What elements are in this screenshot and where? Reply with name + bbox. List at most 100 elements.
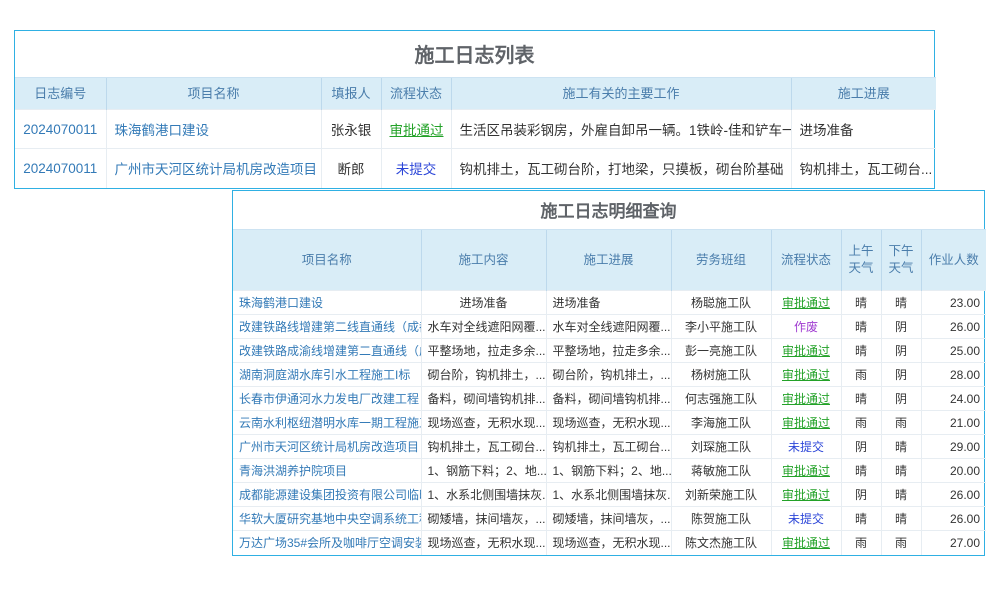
- reporter-cell: 张永银: [321, 110, 381, 149]
- col-header-project-name: 项目名称: [233, 230, 421, 291]
- project-link[interactable]: 云南水利枢纽潜明水库一期工程施工I标: [233, 411, 421, 435]
- progress-cell: 砌台阶，钩机排土，...: [546, 363, 671, 387]
- main-work-cell: 钩机排土，瓦工砌台阶，打地梁，只摸板，砌台阶基础: [451, 149, 791, 188]
- log-detail-table: 项目名称 施工内容 施工进展 劳务班组 流程状态 上午天气 下午天气 作业人数 …: [233, 229, 986, 555]
- work-content-cell: 砌台阶，钩机排土，...: [421, 363, 546, 387]
- project-link[interactable]: 万达广场35#会所及咖啡厅空调安装工程: [233, 531, 421, 555]
- worker-count-cell: 27.00: [921, 531, 986, 555]
- col-header-main-work: 施工有关的主要工作: [451, 78, 791, 110]
- log-list-row: 2024070011 珠海鹤港口建设 张永银 审批通过 生活区吊装彩钢房，外雇自…: [15, 110, 936, 149]
- log-detail-row: 湖南洞庭湖水库引水工程施工I标 砌台阶，钩机排土，... 砌台阶，钩机排土，..…: [233, 363, 986, 387]
- log-detail-row: 长春市伊通河水力发电厂改建工程 备料，砌间墙钩机排... 备料，砌间墙钩机排..…: [233, 387, 986, 411]
- pm-weather-cell: 阴: [881, 387, 921, 411]
- project-link[interactable]: 湖南洞庭湖水库引水工程施工I标: [233, 363, 421, 387]
- progress-cell: 钩机排土，瓦工砌台...: [791, 149, 936, 188]
- project-link[interactable]: 改建铁路成渝线增建第二直通线（成渝: [233, 339, 421, 363]
- labor-team-cell: 何志强施工队: [671, 387, 771, 411]
- progress-cell: 进场准备: [546, 291, 671, 315]
- project-link[interactable]: 珠海鹤港口建设: [233, 291, 421, 315]
- project-link[interactable]: 长春市伊通河水力发电厂改建工程: [233, 387, 421, 411]
- status-link[interactable]: 未提交: [381, 149, 451, 188]
- log-id-link[interactable]: 2024070011: [15, 149, 106, 188]
- worker-count-cell: 26.00: [921, 483, 986, 507]
- am-weather-cell: 晴: [841, 507, 881, 531]
- log-list-header-row: 日志编号 项目名称 填报人 流程状态 施工有关的主要工作 施工进展: [15, 78, 936, 110]
- status-link[interactable]: 审批通过: [771, 291, 841, 315]
- progress-cell: 现场巡查，无积水现...: [546, 531, 671, 555]
- col-header-progress: 施工进展: [791, 78, 936, 110]
- project-link[interactable]: 华软大厦研究基地中央空调系统工程: [233, 507, 421, 531]
- progress-cell: 砌矮墙，抹间墙灰，...: [546, 507, 671, 531]
- worker-count-cell: 23.00: [921, 291, 986, 315]
- status-link[interactable]: 未提交: [771, 435, 841, 459]
- status-link[interactable]: 审批通过: [771, 339, 841, 363]
- col-header-flow-status: 流程状态: [771, 230, 841, 291]
- pm-weather-cell: 晴: [881, 435, 921, 459]
- log-list-table: 日志编号 项目名称 填报人 流程状态 施工有关的主要工作 施工进展 202407…: [15, 77, 936, 188]
- worker-count-cell: 20.00: [921, 459, 986, 483]
- pm-weather-cell: 雨: [881, 411, 921, 435]
- am-weather-cell: 雨: [841, 363, 881, 387]
- construction-log-list-panel: 施工日志列表 日志编号 项目名称 填报人 流程状态 施工有关的主要工作 施工进展…: [14, 30, 935, 189]
- progress-cell: 备料，砌间墙钩机排...: [546, 387, 671, 411]
- log-detail-title: 施工日志明细查询: [233, 191, 984, 229]
- construction-log-detail-panel: 施工日志明细查询 项目名称 施工内容 施工进展 劳务班组 流程状态 上午天气 下…: [232, 190, 985, 556]
- progress-cell: 水车对全线遮阳网覆...: [546, 315, 671, 339]
- work-content-cell: 钩机排土，瓦工砌台...: [421, 435, 546, 459]
- main-work-cell: 生活区吊装彩钢房，外雇自卸吊一辆。1铁岭-佳和铲车一台: [451, 110, 791, 149]
- labor-team-cell: 杨树施工队: [671, 363, 771, 387]
- project-link[interactable]: 广州市天河区统计局机房改造项目: [106, 149, 321, 188]
- am-weather-cell: 阴: [841, 435, 881, 459]
- status-link[interactable]: 审批通过: [771, 387, 841, 411]
- log-detail-row: 华软大厦研究基地中央空调系统工程 砌矮墙，抹间墙灰，... 砌矮墙，抹间墙灰，.…: [233, 507, 986, 531]
- status-link[interactable]: 审批通过: [771, 363, 841, 387]
- progress-cell: 平整场地，拉走多余...: [546, 339, 671, 363]
- project-link[interactable]: 青海洪湖养护院项目: [233, 459, 421, 483]
- project-link[interactable]: 改建铁路线增建第二线直通线（成都-: [233, 315, 421, 339]
- log-detail-row: 万达广场35#会所及咖啡厅空调安装工程 现场巡查，无积水现... 现场巡查，无积…: [233, 531, 986, 555]
- col-header-reporter: 填报人: [321, 78, 381, 110]
- labor-team-cell: 陈贺施工队: [671, 507, 771, 531]
- col-header-pm-weather: 下午天气: [881, 230, 921, 291]
- status-link[interactable]: 审批通过: [771, 483, 841, 507]
- am-weather-cell: 雨: [841, 411, 881, 435]
- status-link[interactable]: 审批通过: [381, 110, 451, 149]
- work-content-cell: 进场准备: [421, 291, 546, 315]
- worker-count-cell: 25.00: [921, 339, 986, 363]
- labor-team-cell: 刘琛施工队: [671, 435, 771, 459]
- labor-team-cell: 杨聪施工队: [671, 291, 771, 315]
- am-weather-cell: 晴: [841, 459, 881, 483]
- pm-weather-cell: 晴: [881, 483, 921, 507]
- progress-cell: 钩机排土，瓦工砌台...: [546, 435, 671, 459]
- worker-count-cell: 24.00: [921, 387, 986, 411]
- col-header-project-name: 项目名称: [106, 78, 321, 110]
- status-link[interactable]: 审批通过: [771, 531, 841, 555]
- project-link[interactable]: 珠海鹤港口建设: [106, 110, 321, 149]
- progress-cell: 进场准备: [791, 110, 936, 149]
- pm-weather-cell: 阴: [881, 315, 921, 339]
- col-header-am-weather: 上午天气: [841, 230, 881, 291]
- work-content-cell: 平整场地，拉走多余...: [421, 339, 546, 363]
- status-link[interactable]: 未提交: [771, 507, 841, 531]
- col-header-flow-status: 流程状态: [381, 78, 451, 110]
- project-link[interactable]: 成都能源建设集团投资有限公司临时办: [233, 483, 421, 507]
- am-weather-cell: 雨: [841, 531, 881, 555]
- am-weather-cell: 晴: [841, 387, 881, 411]
- am-weather-cell: 阴: [841, 483, 881, 507]
- project-link[interactable]: 广州市天河区统计局机房改造项目: [233, 435, 421, 459]
- status-link[interactable]: 作废: [771, 315, 841, 339]
- pm-weather-cell: 晴: [881, 507, 921, 531]
- log-detail-row: 成都能源建设集团投资有限公司临时办 1、水系北侧围墙抹灰... 1、水系北侧围墙…: [233, 483, 986, 507]
- log-detail-row: 青海洪湖养护院项目 1、钢筋下料；2、地... 1、钢筋下料；2、地... 蒋敏…: [233, 459, 986, 483]
- status-link[interactable]: 审批通过: [771, 411, 841, 435]
- status-link[interactable]: 审批通过: [771, 459, 841, 483]
- work-content-cell: 水车对全线遮阳网覆...: [421, 315, 546, 339]
- labor-team-cell: 李小平施工队: [671, 315, 771, 339]
- progress-cell: 1、水系北侧围墙抹灰...: [546, 483, 671, 507]
- log-detail-row: 改建铁路成渝线增建第二直通线（成渝 平整场地，拉走多余... 平整场地，拉走多余…: [233, 339, 986, 363]
- labor-team-cell: 李海施工队: [671, 411, 771, 435]
- worker-count-cell: 26.00: [921, 315, 986, 339]
- log-list-row: 2024070011 广州市天河区统计局机房改造项目 断郎 未提交 钩机排土，瓦…: [15, 149, 936, 188]
- log-detail-row: 广州市天河区统计局机房改造项目 钩机排土，瓦工砌台... 钩机排土，瓦工砌台..…: [233, 435, 986, 459]
- log-id-link[interactable]: 2024070011: [15, 110, 106, 149]
